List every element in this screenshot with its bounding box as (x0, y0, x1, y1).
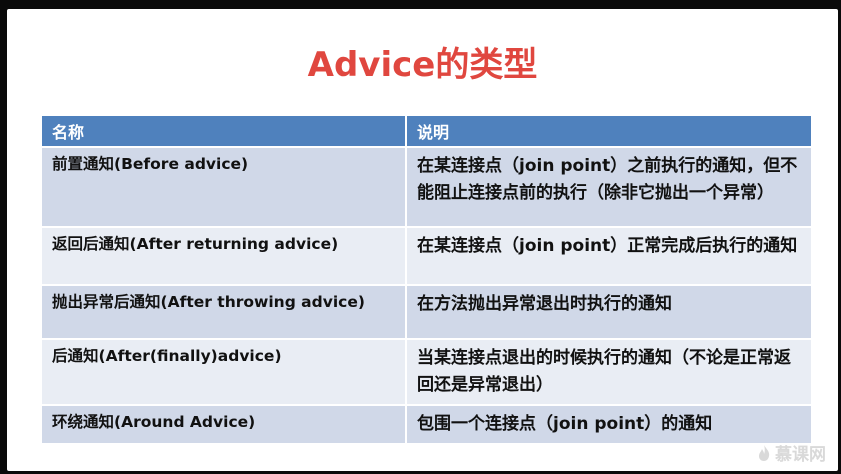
advice-name: 抛出异常后通知(After throwing advice) (42, 285, 407, 340)
advice-types-table: 名称 说明 前置通知(Before advice) 在某连接点（join poi… (42, 116, 811, 445)
table-row: 返回后通知(After returning advice) 在某连接点（join… (42, 227, 811, 286)
table-row: 抛出异常后通知(After throwing advice) 在方法抛出异常退出… (42, 285, 811, 340)
advice-description: 在某连接点（join point）之前执行的通知，但不能阻止连接点前的执行（除非… (406, 147, 811, 228)
advice-name: 后通知(After(finally)advice) (42, 339, 407, 406)
header-description: 说明 (406, 116, 811, 148)
table-header-row: 名称 说明 (42, 116, 811, 148)
advice-name: 环绕通知(Around Advice) (42, 405, 407, 445)
advice-name: 前置通知(Before advice) (42, 147, 407, 228)
watermark-logo: 慕课网 (757, 440, 826, 465)
advice-description: 当某连接点退出的时候执行的通知（不论是正常返回还是异常退出） (406, 339, 811, 406)
table-row: 后通知(After(finally)advice) 当某连接点退出的时候执行的通… (42, 339, 811, 406)
header-name: 名称 (42, 116, 407, 148)
slide: Advice的类型 名称 说明 前置通知(Before advice) 在某连接… (7, 9, 838, 471)
advice-description: 在方法抛出异常退出时执行的通知 (406, 285, 811, 340)
slide-title: Advice的类型 (307, 45, 538, 85)
table-row: 前置通知(Before advice) 在某连接点（join point）之前执… (42, 147, 811, 228)
table-row: 环绕通知(Around Advice) 包围一个连接点（join point）的… (42, 405, 811, 445)
watermark-text: 慕课网 (775, 445, 826, 465)
advice-name: 返回后通知(After returning advice) (42, 227, 407, 286)
flame-icon (757, 444, 771, 462)
advice-description: 包围一个连接点（join point）的通知 (406, 405, 811, 445)
advice-description: 在某连接点（join point）正常完成后执行的通知 (406, 227, 811, 286)
